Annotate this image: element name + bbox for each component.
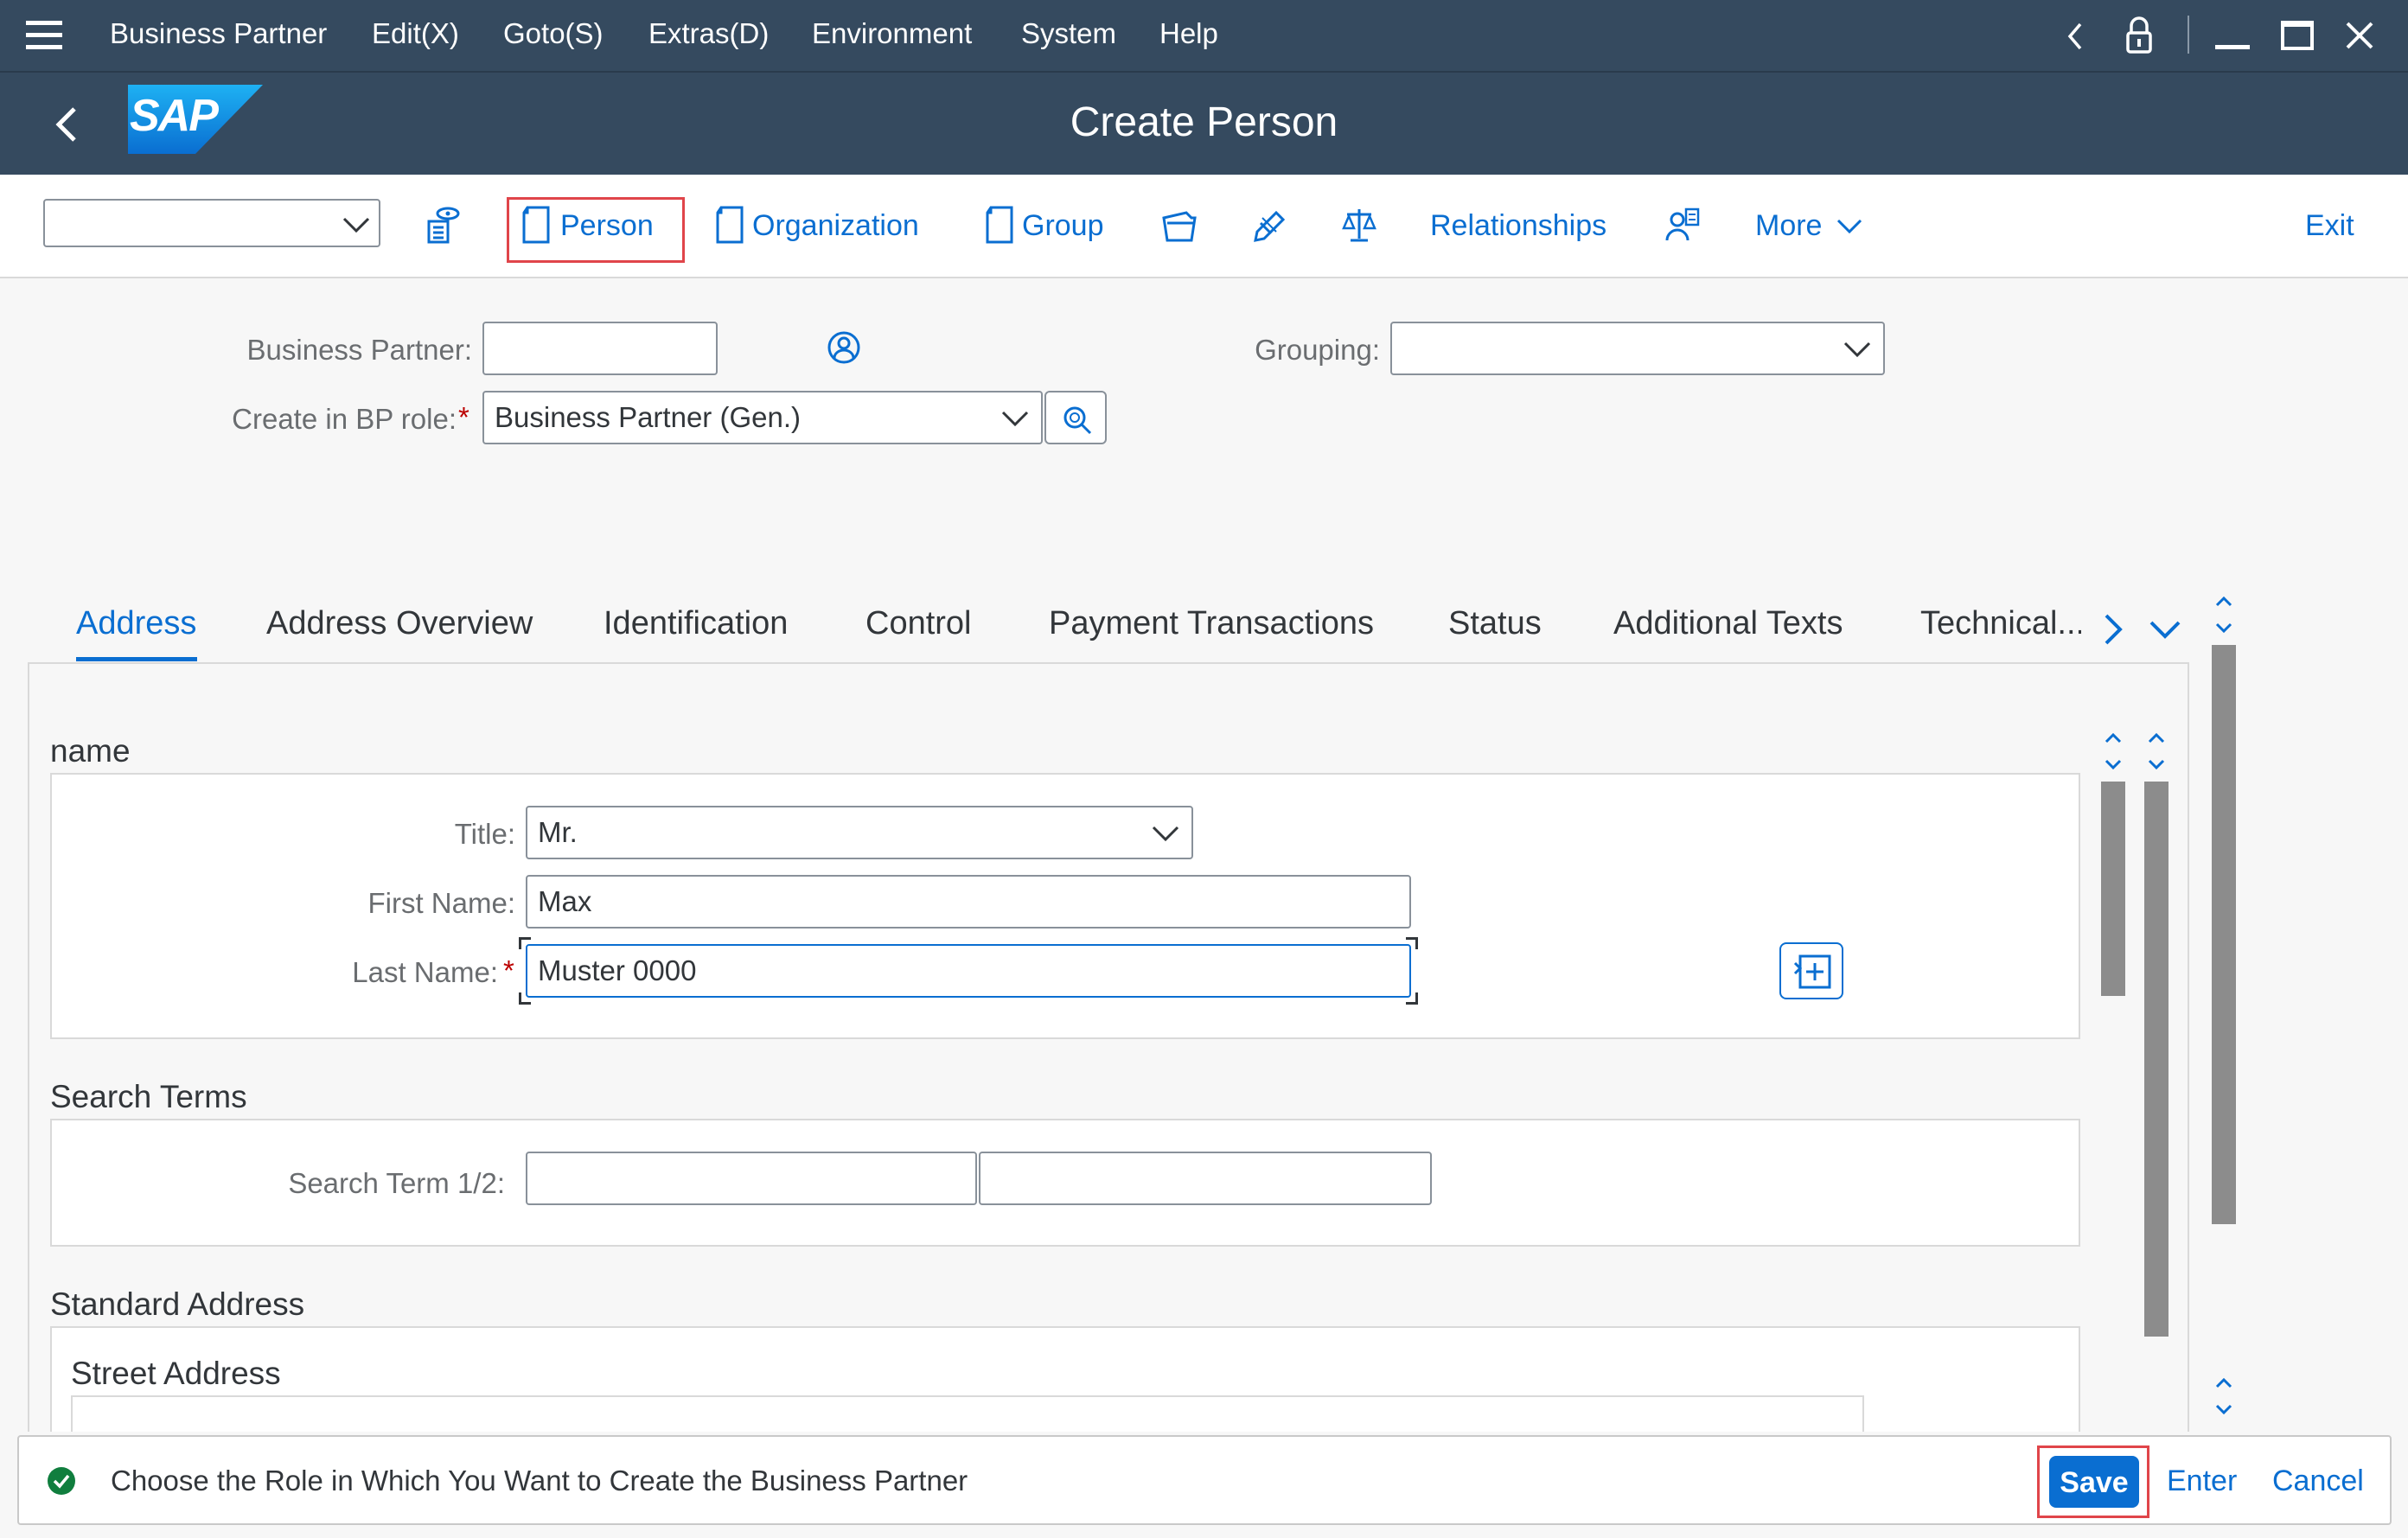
last-name-input[interactable]: Muster 0000 <box>526 944 1411 998</box>
lock-icon[interactable] <box>2124 16 2154 55</box>
hamburger-menu-icon[interactable] <box>26 21 62 50</box>
application-toolbar: Person Organization Group Relationships … <box>0 175 2408 278</box>
tab-additional-texts[interactable]: Additional Texts <box>1613 605 1843 642</box>
search-icon <box>1063 406 1092 435</box>
save-button[interactable]: Save <box>2049 1456 2139 1508</box>
cancel-button[interactable]: Cancel <box>2272 1465 2364 1498</box>
menu-environment[interactable]: Environment <box>812 17 972 50</box>
chevron-right-icon[interactable] <box>2103 612 2124 647</box>
search-term-label: Search Term 1/2: <box>288 1167 505 1199</box>
business-partner-label: Business Partner: <box>246 334 472 366</box>
focus-bracket <box>519 937 531 949</box>
required-asterisk: * <box>458 401 469 433</box>
title-select[interactable]: Mr. <box>526 806 1193 859</box>
enter-button[interactable]: Enter <box>2167 1465 2237 1498</box>
focus-bracket <box>1406 992 1418 1005</box>
focus-bracket <box>519 992 531 1005</box>
document-icon <box>986 206 1013 244</box>
tab-address[interactable]: Address <box>76 605 196 642</box>
person-settings-icon[interactable] <box>1664 206 1702 244</box>
scroll-down-icon[interactable] <box>2213 1375 2234 1418</box>
open-folder-icon[interactable] <box>1160 206 1198 244</box>
outer-scrollbar-thumb[interactable] <box>2212 645 2236 1224</box>
scroll-up-icon[interactable] <box>2103 730 2124 773</box>
standard-address-heading: Standard Address <box>50 1286 305 1322</box>
tab-address-overview[interactable]: Address Overview <box>266 605 533 642</box>
group-button[interactable]: Group <box>1022 209 1104 243</box>
street-address-heading: Street Address <box>71 1356 281 1391</box>
close-icon[interactable] <box>2345 21 2374 50</box>
tab-identification[interactable]: Identification <box>604 605 788 642</box>
menu-extras[interactable]: Extras(D) <box>648 17 769 50</box>
chevron-down-icon <box>1843 341 1871 358</box>
chevron-down-icon <box>1001 411 1029 427</box>
name-section-heading: name <box>50 733 131 769</box>
balance-scale-icon[interactable] <box>1340 206 1378 244</box>
chevron-left-icon[interactable] <box>2065 21 2085 52</box>
document-icon <box>522 206 550 244</box>
grouping-select[interactable] <box>1390 322 1885 375</box>
first-name-label: First Name: <box>367 887 515 919</box>
person-circle-icon[interactable] <box>827 330 861 365</box>
tab-payment-transactions[interactable]: Payment Transactions <box>1049 605 1374 642</box>
business-partner-input[interactable] <box>482 322 718 375</box>
status-bar: Choose the Role in Which You Want to Cre… <box>17 1435 2392 1525</box>
required-asterisk: * <box>503 954 514 986</box>
chevron-down-icon <box>1152 826 1179 842</box>
chevron-down-icon <box>1836 219 1862 234</box>
search-term-1-input[interactable] <box>526 1152 977 1205</box>
bp-role-label: Create in BP role: <box>232 403 457 435</box>
menu-edit[interactable]: Edit(X) <box>372 17 459 50</box>
tab-technical[interactable]: Technical... <box>1920 605 2081 642</box>
person-button[interactable]: Person <box>560 209 654 243</box>
street-address-box <box>71 1395 1864 1432</box>
bp-role-select[interactable]: Business Partner (Gen.) <box>482 391 1043 444</box>
chevron-down-icon <box>342 217 370 233</box>
focus-bracket <box>1406 937 1418 949</box>
content-scrollbar-thumb[interactable] <box>2144 782 2168 1337</box>
page-title: Create Person <box>1070 99 1338 145</box>
search-term-2-input[interactable] <box>979 1152 1432 1205</box>
maximize-icon[interactable] <box>2281 21 2314 50</box>
role-search-button[interactable] <box>1044 391 1107 444</box>
name-scrollbar-thumb[interactable] <box>2101 782 2125 996</box>
menu-help[interactable]: Help <box>1159 17 1218 50</box>
last-name-label: Last Name: <box>352 956 498 988</box>
first-name-input[interactable]: Max <box>526 875 1411 929</box>
display-change-icon[interactable] <box>424 206 462 244</box>
success-check-icon <box>48 1467 75 1495</box>
status-message: Choose the Role in Which You Want to Cre… <box>111 1465 968 1497</box>
command-field[interactable] <box>43 199 380 247</box>
search-terms-heading: Search Terms <box>50 1079 247 1114</box>
minimize-icon[interactable] <box>2215 45 2250 49</box>
title-bar: SAP Create Person <box>0 73 2408 175</box>
title-label: Title: <box>454 818 515 850</box>
add-field-icon <box>1793 954 1831 989</box>
toolbar-divider <box>2188 16 2189 54</box>
tab-control[interactable]: Control <box>865 605 972 642</box>
grouping-label: Grouping: <box>1255 334 1380 366</box>
scroll-up-icon[interactable] <box>2146 730 2167 773</box>
tab-status[interactable]: Status <box>1448 605 1542 642</box>
relationships-button[interactable]: Relationships <box>1430 209 1606 243</box>
menu-bar: Business Partner Edit(X) Goto(S) Extras(… <box>0 0 2408 73</box>
exit-button[interactable]: Exit <box>2305 209 2354 243</box>
edit-pencil-icon[interactable] <box>1250 206 1288 244</box>
menu-business-partner[interactable]: Business Partner <box>110 17 327 50</box>
menu-system[interactable]: System <box>1021 17 1116 50</box>
menu-goto[interactable]: Goto(S) <box>503 17 604 50</box>
organization-button[interactable]: Organization <box>752 209 919 243</box>
tab-active-indicator <box>76 657 197 661</box>
scroll-up-icon[interactable] <box>2213 593 2234 636</box>
chevron-down-icon[interactable] <box>2148 619 2182 640</box>
more-button[interactable]: More <box>1755 209 1822 243</box>
document-icon <box>716 206 744 244</box>
add-name-field-button[interactable] <box>1779 942 1843 999</box>
